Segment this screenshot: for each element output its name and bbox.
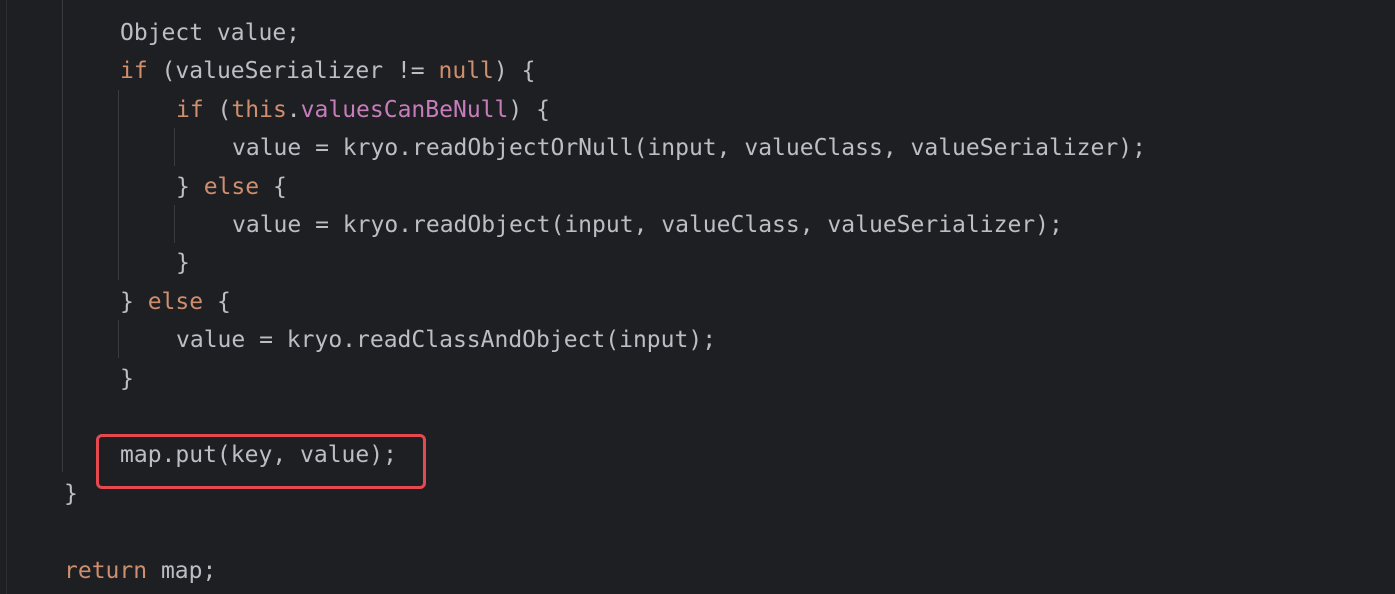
- code-token: {: [259, 173, 287, 200]
- code-token: }: [120, 365, 134, 392]
- code-token: value = kryo.readObjectOrNull(input, val…: [232, 135, 1146, 162]
- gutter-divider: [6, 0, 7, 594]
- code-line[interactable]: }: [176, 244, 190, 282]
- indent-guide: [174, 128, 175, 166]
- code-token: (valueSerializer !=: [147, 58, 439, 85]
- indent-guide: [62, 0, 63, 472]
- code-token: Object value;: [120, 20, 301, 46]
- code-line[interactable]: } else {: [176, 168, 287, 206]
- code-token: }: [64, 480, 78, 507]
- code-token: value = kryo.readClassAndObject(input);: [176, 327, 717, 354]
- code-line[interactable]: Object value;: [120, 14, 300, 52]
- keyword-token: if: [176, 96, 204, 123]
- code-line[interactable]: }: [120, 360, 134, 398]
- keyword-token: else: [147, 288, 204, 315]
- indent-guide: [118, 320, 119, 358]
- code-line[interactable]: value = kryo.readObject(input, valueClas…: [232, 206, 1063, 244]
- code-line[interactable]: return map;: [64, 552, 216, 590]
- code-line[interactable]: if (this.valuesCanBeNull) {: [176, 91, 550, 129]
- indent-guide: [118, 90, 119, 280]
- code-token: value = kryo.readObject(input, valueClas…: [232, 212, 1063, 238]
- code-line[interactable]: } else {: [120, 283, 231, 321]
- code-line[interactable]: if (valueSerializer != null) {: [120, 52, 535, 90]
- code-token: .: [286, 96, 301, 123]
- code-line[interactable]: }: [64, 475, 78, 513]
- keyword-token: null: [438, 58, 494, 85]
- field-token: valuesCanBeNull: [300, 96, 509, 123]
- code-token: map;: [147, 557, 217, 584]
- highlight-annotation-box: [96, 434, 426, 489]
- keyword-token: else: [203, 173, 260, 200]
- code-token: }: [120, 288, 148, 315]
- keyword-token: this: [231, 96, 287, 123]
- code-token: }: [176, 173, 204, 200]
- code-line[interactable]: value = kryo.readClassAndObject(input);: [176, 321, 716, 359]
- code-token: {: [203, 288, 231, 315]
- keyword-token: if: [120, 58, 148, 85]
- code-editor[interactable]: Object value; if (valueSerializer != null…: [0, 0, 1395, 594]
- code-token: }: [176, 250, 190, 277]
- code-token: ) {: [493, 58, 536, 85]
- keyword-token: return: [64, 557, 148, 584]
- code-line[interactable]: value = kryo.readObjectOrNull(input, val…: [232, 129, 1146, 167]
- code-token: ) {: [508, 96, 550, 123]
- indent-guide: [174, 205, 175, 243]
- code-token: (: [203, 96, 232, 123]
